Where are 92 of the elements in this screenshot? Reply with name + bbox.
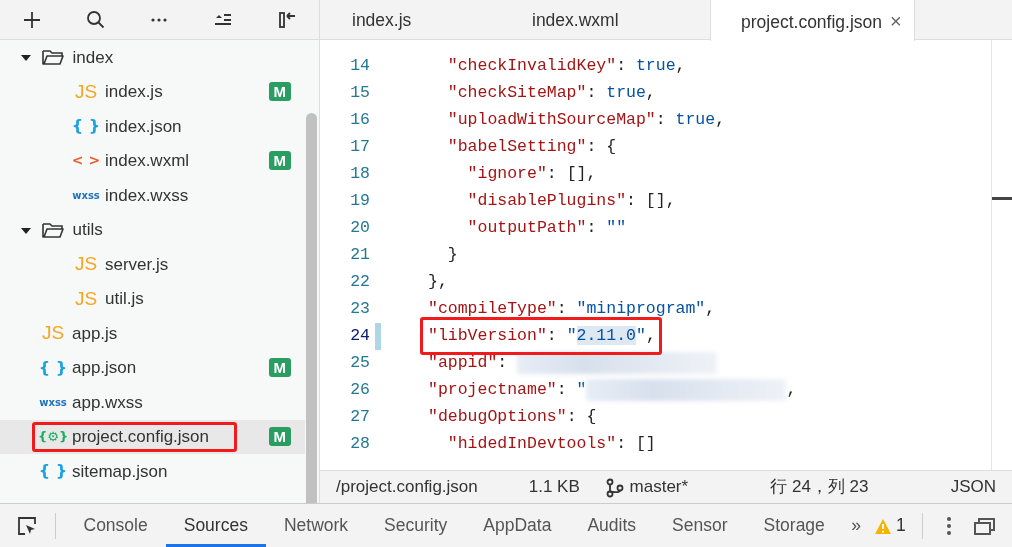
file-name: sitemap.json — [72, 460, 168, 483]
file-type-icon: < > — [71, 150, 101, 172]
line-number: 16 — [349, 109, 370, 132]
overview-ruler-mark — [992, 197, 1012, 200]
code-line: "babelSetting": { — [446, 136, 617, 159]
code-line: "appid": — [428, 351, 718, 376]
file-type-icon: JS — [71, 284, 101, 313]
code-line: "checkInvalidKey": true, — [446, 55, 686, 78]
cursor-position: 行 24，列 23 — [770, 476, 869, 499]
tree-folder[interactable]: index — [0, 40, 305, 75]
code-line: "projectname": " , — [428, 378, 797, 403]
overflow-button[interactable]: » — [842, 504, 870, 547]
file-name: app.wxss — [72, 391, 143, 414]
file-item[interactable]: wxss app.wxss — [0, 385, 305, 420]
code-line: "outputPath": "" — [466, 217, 627, 240]
devtools-tab[interactable]: Security — [366, 504, 466, 547]
code-line: "checkSiteMap": true, — [446, 82, 656, 105]
file-name: app.json — [72, 357, 137, 379]
line-number: 27 — [349, 406, 370, 429]
devtools-tab[interactable]: Network — [265, 504, 367, 547]
code-line: "hidedInDevtools": [] — [446, 433, 656, 456]
file-item[interactable]: JS server.js — [0, 247, 305, 282]
file-item[interactable]: JS app.js — [0, 316, 305, 351]
file-type-icon: wxss — [38, 394, 68, 410]
file-name: index.js — [105, 81, 163, 103]
devtools-tab[interactable]: Audits — [569, 504, 655, 547]
line-number: 18 — [349, 163, 370, 186]
close-button[interactable]: × — [890, 9, 902, 32]
file-name: app.js — [72, 322, 118, 345]
line-number: 20 — [349, 217, 370, 240]
code-line: "libVersion": "2.11.0", — [428, 325, 656, 348]
editor-tab[interactable]: project.config.json × — [710, 0, 915, 41]
file-name: server.js — [105, 253, 169, 276]
folder-label: index — [72, 46, 114, 69]
line-number: 17 — [349, 136, 370, 159]
file-type-icon: {⚙} — [38, 427, 68, 447]
file-path: /project.config.json — [336, 476, 478, 499]
tree-folder[interactable]: utils — [0, 212, 305, 247]
code-line: "debugOptions": { — [428, 406, 597, 429]
line-number: 24 — [349, 325, 370, 348]
file-item[interactable]: < > index.wxml M — [0, 143, 305, 178]
line-number: 22 — [349, 271, 370, 294]
file-type-icon: { } — [38, 459, 68, 484]
code-line: "compileType": "miniprogram", — [428, 298, 716, 321]
file-type-icon: { } — [38, 355, 68, 380]
devtools-tab[interactable]: Storage — [745, 504, 843, 547]
code-line: }, — [428, 271, 448, 294]
language-mode: JSON — [950, 476, 996, 499]
modified-badge: M — [268, 358, 291, 378]
code-line: } — [446, 244, 458, 267]
folder-label: utils — [72, 219, 103, 241]
devtools-tab[interactable]: Sensor — [654, 504, 746, 547]
scrollbar[interactable] — [306, 113, 317, 503]
file-type-icon: { } — [71, 114, 101, 139]
file-type-icon: wxss — [71, 187, 101, 203]
file-item[interactable]: JS util.js — [0, 281, 305, 316]
line-number: 21 — [349, 244, 370, 267]
code-line: "uploadWithSourceMap": true, — [446, 109, 726, 132]
file-item[interactable]: { } app.json M — [0, 350, 305, 385]
file-item[interactable]: { } sitemap.json — [0, 454, 305, 489]
file-name: index.json — [105, 115, 182, 138]
warning-count: 1 — [896, 514, 906, 538]
line-number: 25 — [349, 352, 370, 375]
file-name: index.wxml — [105, 150, 190, 172]
line-number: 28 — [349, 433, 370, 456]
devtools-tab[interactable]: AppData — [465, 504, 570, 547]
file-size: 1.1 KB — [528, 476, 580, 499]
branch-name: master* — [629, 476, 689, 499]
file-name: util.js — [105, 288, 144, 310]
modified-badge: M — [268, 151, 291, 171]
devtools-tab[interactable]: Sources — [165, 504, 266, 547]
line-number: 19 — [349, 190, 370, 213]
modified-badge: M — [268, 427, 291, 447]
line-number: 14 — [349, 55, 370, 78]
file-name: project.config.json — [72, 426, 210, 448]
folder-icon — [40, 47, 65, 68]
line-number: 23 — [349, 298, 370, 321]
file-type-icon: JS — [71, 77, 101, 106]
file-item[interactable]: JS index.js M — [0, 74, 305, 109]
devtools-tab[interactable]: Console — [65, 504, 166, 547]
file-item[interactable]: wxss index.wxss — [0, 178, 305, 213]
file-item[interactable]: { } index.json — [0, 109, 305, 144]
modified-badge: M — [268, 82, 291, 102]
file-type-icon: JS — [71, 250, 101, 279]
file-type-icon: JS — [38, 319, 68, 348]
file-name: index.wxss — [105, 184, 189, 207]
line-number: 15 — [349, 82, 370, 105]
line-number: 26 — [349, 379, 370, 402]
editor-tab[interactable]: index.wxml — [500, 0, 710, 40]
editor-tab[interactable]: index.js — [320, 0, 500, 40]
code-line: "disablePlugins": [], — [466, 190, 676, 213]
code-line: "ignore": [], — [466, 163, 597, 186]
